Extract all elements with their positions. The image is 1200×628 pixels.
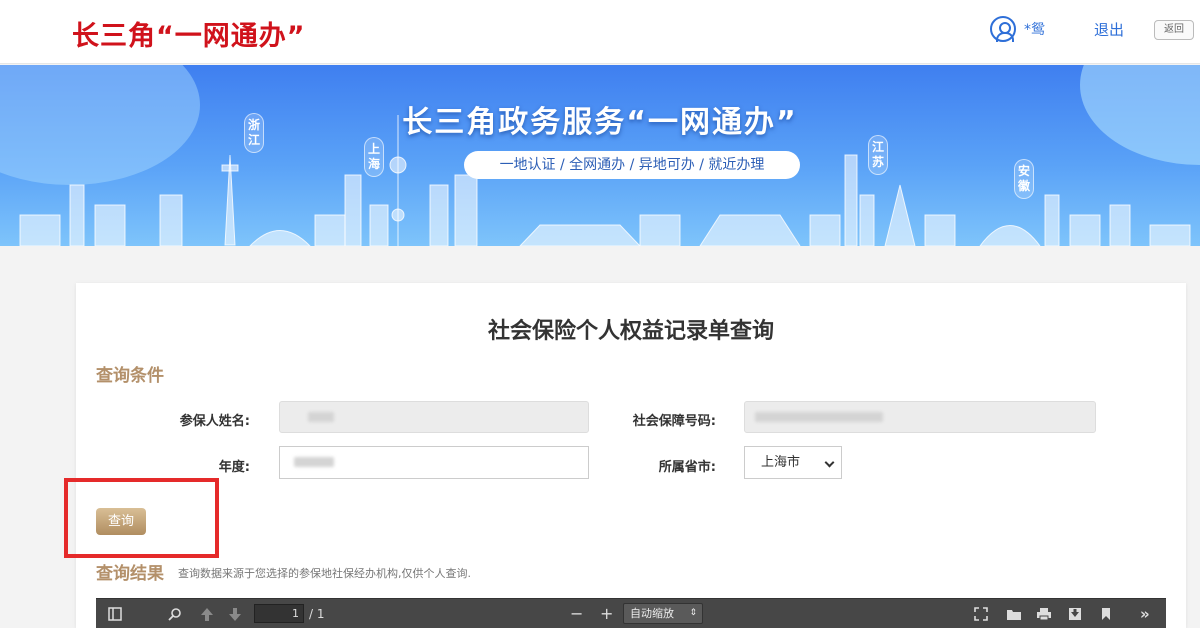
chevron-updown-icon: ⇕ [689,608,697,618]
arrow-up-icon[interactable] [200,606,214,622]
fullscreen-icon[interactable] [974,607,988,621]
name-label: 参保人姓名: [179,414,250,429]
page-total: / 1 [309,607,325,621]
bookmark-icon[interactable] [1100,607,1112,621]
name-field[interactable] [279,401,589,433]
province-tag-jiangsu: 江苏 [868,135,888,175]
download-icon[interactable] [1068,607,1082,621]
banner-title: 长三角政务服务“一网通办” [402,105,798,140]
top-header: 长三角“一网通办” *鸳 退出 返回 [0,0,1200,64]
user-name[interactable]: *鸳 [1024,19,1045,39]
result-note: 查询数据来源于您选择的参保地社保经办机构,仅供个人查询. [178,567,471,580]
back-button[interactable]: 返回 [1154,20,1194,40]
hero-banner: 浙江 上海 江苏 安徽 长三角政务服务“一网通办” 一地认证 / 全网通办 / … [0,65,1200,246]
query-card: 社会保险个人权益记录单查询 查询条件 参保人姓名: 社会保障号码: 年度: 所属… [76,283,1186,628]
open-file-icon[interactable] [1006,607,1022,621]
result-title: 查询结果 [96,564,164,584]
conditions-title: 查询条件 [96,366,164,386]
province-tag-shanghai: 上海 [364,137,384,177]
zoom-select-value: 自动缩放 [630,607,674,620]
name-redacted [308,411,334,422]
arrow-down-icon[interactable] [228,606,242,622]
year-field[interactable] [279,446,589,479]
zoom-select[interactable]: 自动缩放 ⇕ [623,603,703,624]
page-number-input[interactable]: 1 [254,604,304,623]
ssn-redacted [755,411,883,422]
province-select[interactable]: 上海市 [744,446,842,479]
province-tag-anhui: 安徽 [1014,159,1034,199]
chevron-down-icon [824,457,835,468]
ssn-field[interactable] [744,401,1096,433]
ssn-label: 社会保障号码: [632,414,716,429]
logout-link[interactable]: 退出 [1094,19,1124,40]
site-logo[interactable]: 长三角“一网通办” [72,14,306,53]
sidebar-toggle-icon[interactable] [108,607,122,621]
year-label: 年度: [218,460,250,475]
zoom-in-button[interactable]: + [600,599,613,628]
page-title: 社会保险个人权益记录单查询 [487,319,774,344]
zoom-out-button[interactable]: − [570,599,583,628]
year-redacted [294,456,334,467]
print-icon[interactable] [1036,607,1052,621]
tools-menu-icon[interactable]: » [1140,599,1150,628]
banner-subtitle: 一地认证 / 全网通办 / 异地可办 / 就近办理 [464,151,800,179]
search-icon[interactable] [168,607,182,621]
province-label: 所属省市: [658,460,716,475]
pdf-toolbar: 1 / 1 − + 自动缩放 ⇕ » [96,598,1166,628]
user-area[interactable]: *鸳 [990,16,1045,42]
highlight-box [64,478,219,558]
user-icon[interactable] [990,16,1016,42]
province-select-value: 上海市 [761,455,801,470]
